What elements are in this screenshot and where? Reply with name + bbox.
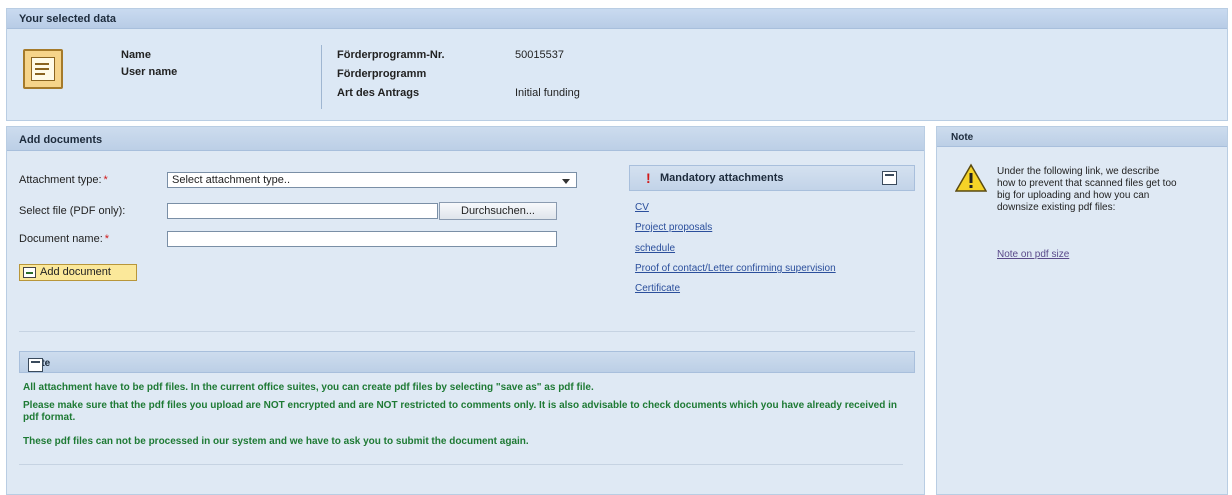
exclamation-icon: ! (646, 170, 651, 186)
divider (321, 45, 322, 109)
request-type-value: Initial funding (515, 87, 580, 99)
document-name-input[interactable] (167, 231, 557, 247)
note-on-pdf-size-link[interactable]: Note on pdf size (997, 249, 1069, 260)
user-name-label: User name (121, 66, 178, 78)
note-side-panel: Note Under the following link, we descri… (936, 126, 1228, 495)
link-certificate[interactable]: Certificate (635, 283, 680, 294)
link-project-proposals[interactable]: Project proposals (635, 222, 712, 233)
name-label: Name (121, 49, 151, 61)
select-file-label: Select file (PDF only): (19, 205, 126, 217)
program-nr-label: Förderprogramm-Nr. (337, 49, 445, 61)
warning-icon (955, 163, 987, 192)
attachment-type-label: Attachment type: * (19, 174, 108, 186)
selected-data-title: Your selected data (19, 13, 116, 25)
application-form-icon (23, 49, 63, 89)
program-label: Förderprogramm (337, 68, 427, 80)
program-nr-value: 50015537 (515, 49, 564, 61)
request-type-label: Art des Antrags (337, 87, 420, 99)
add-document-label: Add document (40, 266, 111, 278)
note-line-3: These pdf files can not be processed in … (23, 436, 529, 447)
attachment-type-value: Select attachment type.. (172, 174, 291, 186)
add-document-icon (23, 267, 36, 278)
add-documents-title: Add documents (19, 134, 103, 146)
chevron-down-icon[interactable] (562, 179, 570, 184)
add-documents-panel: Add documents Attachment type: * Select a… (6, 126, 925, 495)
collapse-icon[interactable] (28, 358, 43, 372)
required-marker: * (104, 233, 110, 245)
note-line-2: Please make sure that the pdf files you … (23, 400, 897, 423)
browse-button[interactable]: Durchsuchen... (439, 202, 557, 220)
note-side-header: Note (937, 127, 1227, 147)
mandatory-attachments-title: Mandatory attachments (660, 172, 784, 184)
collapse-icon[interactable] (882, 171, 897, 185)
document-name-label: Document name: * (19, 233, 110, 245)
add-document-button[interactable]: Add document (19, 264, 137, 281)
link-cv[interactable]: CV (635, 202, 649, 213)
add-documents-header: Add documents (7, 127, 924, 151)
link-proof-of-contact[interactable]: Proof of contact/Letter confirming super… (635, 263, 836, 274)
note-side-title: Note (951, 132, 974, 143)
file-path-input[interactable] (167, 203, 438, 219)
mandatory-attachments-header: ! Mandatory attachments (629, 165, 915, 191)
note-line-1: All attachment have to be pdf files. In … (23, 382, 594, 393)
attachment-type-select[interactable]: Select attachment type.. (167, 172, 577, 188)
selected-data-header: Your selected data (7, 9, 1227, 29)
divider (19, 464, 903, 465)
note-header: Note (19, 351, 915, 373)
note-side-text: Under the following link, we describe ho… (997, 166, 1177, 213)
required-marker: * (103, 174, 108, 186)
link-schedule[interactable]: schedule (635, 243, 675, 254)
divider (19, 331, 915, 332)
selected-data-panel: Your selected data Name User name Förder… (6, 8, 1228, 121)
